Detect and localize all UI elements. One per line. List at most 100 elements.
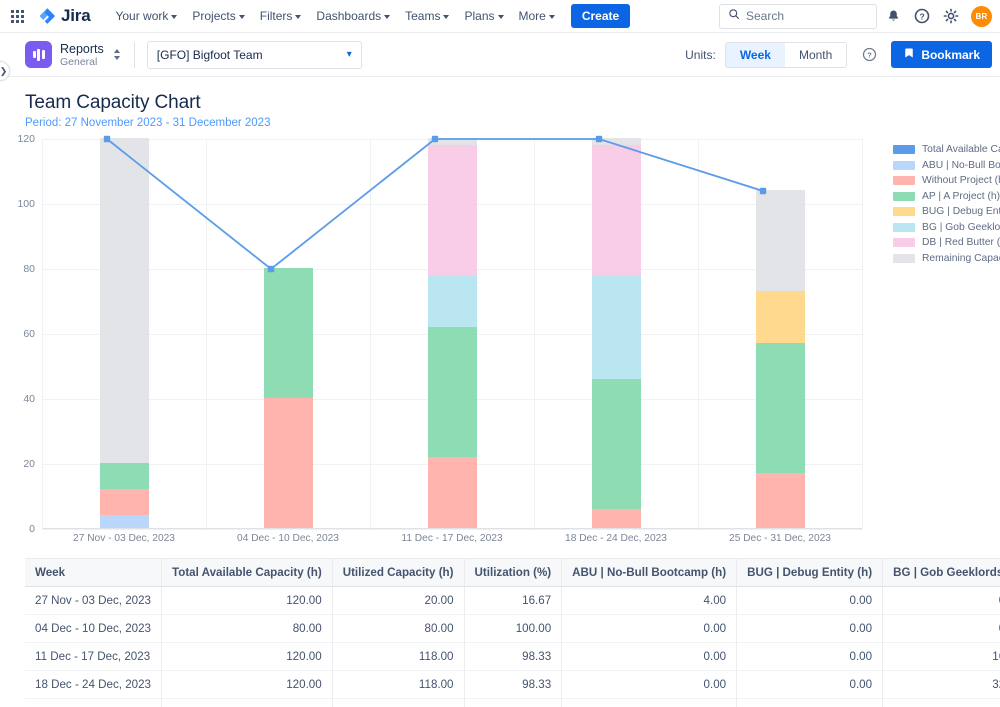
jira-home-link[interactable]: Jira bbox=[38, 6, 91, 26]
table-cell: 0.00 bbox=[736, 614, 884, 643]
capacity-table: Week Total Available Capacity (h) Utilized… bbox=[25, 558, 1000, 707]
bar-segment[interactable] bbox=[99, 463, 149, 489]
table-cell: 27 Nov - 03 Dec, 2023 bbox=[25, 586, 163, 615]
bar-segment[interactable] bbox=[263, 398, 313, 528]
legend-item[interactable]: AP | A Project (h) bbox=[893, 191, 1000, 202]
bar-segment[interactable] bbox=[427, 144, 477, 275]
table-header-row: Week Total Available Capacity (h) Utilized… bbox=[25, 558, 1000, 587]
bell-icon[interactable] bbox=[880, 3, 906, 29]
jira-logo-icon bbox=[38, 7, 56, 25]
bookmark-button[interactable]: Bookmark bbox=[891, 41, 992, 68]
nav-item-more[interactable]: More bbox=[512, 4, 562, 28]
question-circle-icon[interactable]: ? bbox=[909, 3, 935, 29]
table-cell: 73.00 bbox=[332, 698, 465, 707]
legend-swatch bbox=[893, 176, 915, 185]
search-input[interactable]: Search bbox=[719, 3, 877, 29]
nav-item-your-work[interactable]: Your work bbox=[108, 4, 184, 28]
bar-segment[interactable] bbox=[591, 378, 641, 509]
legend-item[interactable]: ABU | No-Bull Bootcamp (h) bbox=[893, 160, 1000, 171]
nav-item-teams[interactable]: Teams bbox=[398, 4, 456, 28]
bar-5[interactable] bbox=[755, 190, 805, 528]
legend-swatch bbox=[893, 207, 915, 216]
divider bbox=[133, 41, 135, 68]
legend-item[interactable]: Without Project (h) bbox=[893, 175, 1000, 186]
chevron-down-icon: ▾ bbox=[346, 49, 352, 60]
nav-right-group: Search ? BR bbox=[719, 3, 992, 29]
chevron-down-icon bbox=[171, 14, 178, 19]
bar-chart-icon bbox=[25, 41, 52, 68]
bar-segment[interactable] bbox=[427, 274, 477, 327]
bar-3[interactable] bbox=[427, 138, 477, 528]
units-option-week[interactable]: Week bbox=[725, 42, 785, 67]
table-column-header[interactable]: BG | Gob Geeklords (h) bbox=[882, 558, 1000, 587]
table-column-header[interactable]: Utilization (%) bbox=[464, 558, 563, 587]
create-button[interactable]: Create bbox=[570, 4, 631, 28]
units-option-month[interactable]: Month bbox=[784, 42, 847, 67]
bar-segment[interactable] bbox=[755, 190, 805, 291]
legend-label: Total Available Capacity (h) bbox=[922, 144, 1000, 155]
team-select[interactable]: [GFO] Bigfoot Team ▾ bbox=[146, 40, 362, 69]
bar-segment[interactable] bbox=[263, 268, 313, 398]
legend-item[interactable]: BUG | Debug Entity (h) bbox=[893, 206, 1000, 217]
table-cell: 98.33 bbox=[464, 670, 563, 699]
bar-2[interactable] bbox=[263, 268, 313, 528]
x-axis-tick-label: 27 Nov - 03 Dec, 2023 bbox=[73, 533, 175, 544]
bar-segment[interactable] bbox=[591, 508, 641, 528]
table-row: 04 Dec - 10 Dec, 2023 80.00 80.00 100.00 0.0… bbox=[25, 614, 1000, 643]
table-body: 27 Nov - 03 Dec, 2023 120.00 20.00 16.67 4.0… bbox=[25, 586, 1000, 707]
bar-segment[interactable] bbox=[591, 274, 641, 379]
table-column-header[interactable]: ABU | No-Bull Bootcamp (h) bbox=[561, 558, 738, 587]
table-cell: 80.00 bbox=[161, 614, 333, 643]
table-cell: 0.00 bbox=[561, 614, 738, 643]
bar-4[interactable] bbox=[591, 138, 641, 528]
legend-item[interactable]: DB | Red Butter (h) bbox=[893, 237, 1000, 248]
bar-segment[interactable] bbox=[427, 456, 477, 528]
nav-item-projects[interactable]: Projects bbox=[185, 4, 251, 28]
bar-segment[interactable] bbox=[591, 144, 641, 275]
category-separator bbox=[42, 139, 43, 529]
bar-segment[interactable] bbox=[755, 472, 805, 528]
table-column-header[interactable]: Week bbox=[25, 558, 163, 587]
nav-item-filters[interactable]: Filters bbox=[253, 4, 309, 28]
x-axis-tick-label: 18 Dec - 24 Dec, 2023 bbox=[565, 533, 667, 544]
table-row: 11 Dec - 17 Dec, 2023 120.00 118.00 98.33 0.… bbox=[25, 642, 1000, 671]
page-title: Team Capacity Chart bbox=[25, 92, 201, 113]
table-cell: 120.00 bbox=[161, 670, 333, 699]
bar-segment[interactable] bbox=[591, 138, 641, 145]
table-column-header[interactable]: BUG | Debug Entity (h) bbox=[736, 558, 884, 587]
bar-segment[interactable] bbox=[99, 138, 149, 463]
legend-label: BUG | Debug Entity (h) bbox=[922, 206, 1000, 217]
table-cell: 4.00 bbox=[561, 586, 738, 615]
y-axis-tick-label: 40 bbox=[23, 393, 35, 405]
bar-segment[interactable] bbox=[99, 515, 149, 528]
bar-segment[interactable] bbox=[427, 138, 477, 145]
report-switcher[interactable]: Reports General bbox=[25, 41, 120, 68]
nav-item-plans[interactable]: Plans bbox=[457, 4, 510, 28]
bar-segment[interactable] bbox=[755, 290, 805, 343]
gridline bbox=[42, 529, 862, 530]
units-toggle: Week Month bbox=[724, 41, 848, 68]
gear-icon[interactable] bbox=[938, 3, 964, 29]
legend-item[interactable]: BG | Gob Geeklords (h) bbox=[893, 222, 1000, 233]
question-circle-icon[interactable]: ? bbox=[856, 42, 882, 68]
grid-apps-icon[interactable] bbox=[6, 5, 28, 27]
x-axis-tick-label: 11 Dec - 17 Dec, 2023 bbox=[401, 533, 503, 544]
avatar[interactable]: BR bbox=[971, 5, 992, 27]
bar-segment[interactable] bbox=[755, 342, 805, 473]
table-column-header[interactable]: Total Available Capacity (h) bbox=[161, 558, 333, 587]
table-cell: 25 Dec - 31 Dec, 2023 bbox=[25, 698, 163, 707]
y-axis-tick-label: 60 bbox=[23, 328, 35, 340]
table-column-header[interactable]: Utilized Capacity (h) bbox=[332, 558, 465, 587]
table-cell: 70.19 bbox=[464, 698, 563, 707]
bar-segment[interactable] bbox=[99, 489, 149, 515]
legend-item[interactable]: Remaining Capacity (h) bbox=[893, 253, 1000, 264]
bar-segment[interactable] bbox=[427, 326, 477, 457]
table-cell: 0.00 bbox=[882, 586, 1000, 615]
chart-legend: Total Available Capacity (h) ABU | No-Bul… bbox=[893, 144, 1000, 264]
bar-1[interactable] bbox=[99, 138, 149, 528]
category-separator bbox=[698, 139, 699, 529]
nav-item-dashboards[interactable]: Dashboards bbox=[309, 4, 397, 28]
report-subheader: ❯ Reports General [GFO] Bigfoot Team ▾ U… bbox=[0, 33, 1000, 81]
up-down-chevron-icon[interactable] bbox=[113, 49, 120, 60]
legend-item[interactable]: Total Available Capacity (h) bbox=[893, 144, 1000, 155]
